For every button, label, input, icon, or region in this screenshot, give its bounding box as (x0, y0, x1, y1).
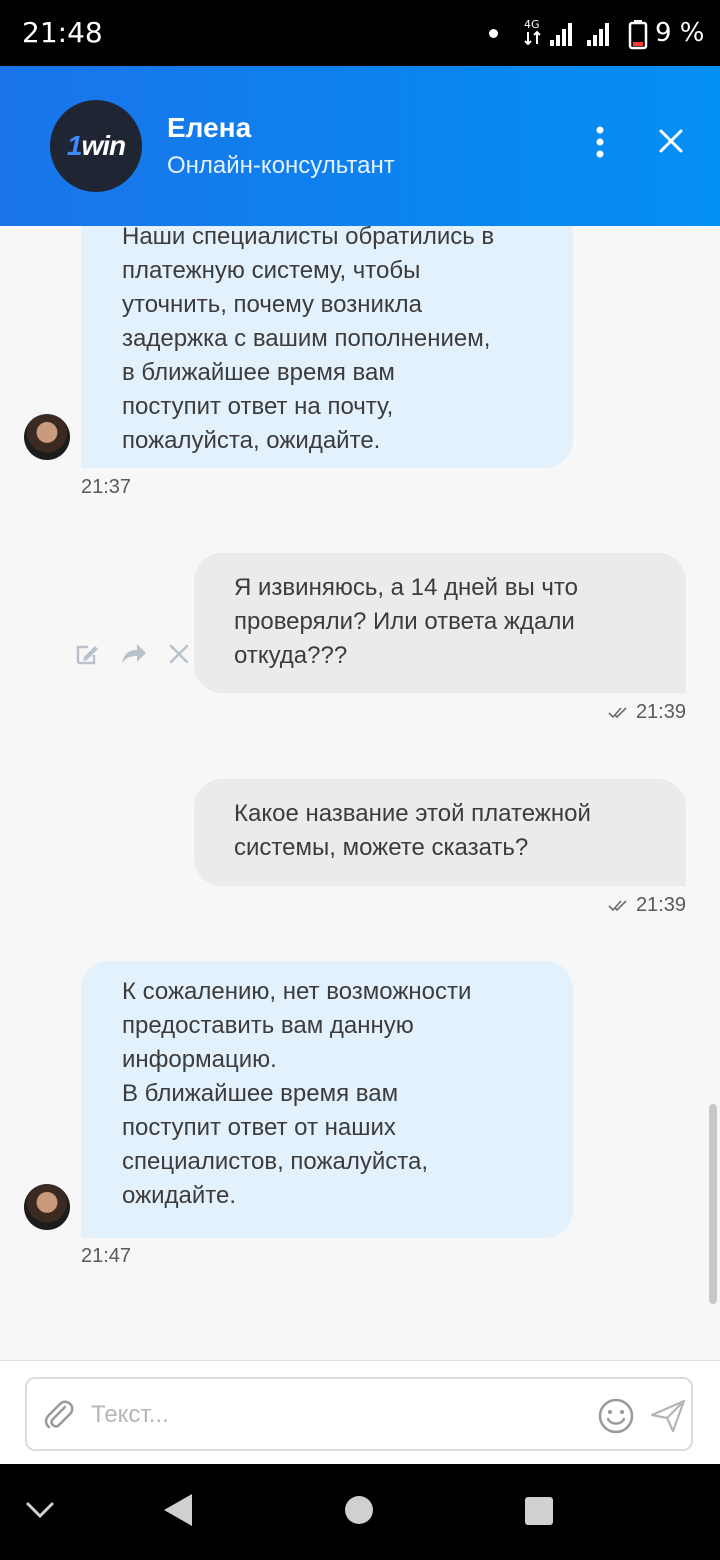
status-bar: 21:48 4G 9 % (0, 0, 720, 66)
message-line: задержка с вашим пополнением, (122, 325, 491, 352)
message-outgoing: Какое название этой платежной системы, м… (194, 779, 686, 886)
message-time: 21:37 (81, 476, 132, 498)
double-check-icon (608, 899, 627, 911)
chat-messages[interactable]: Наши специалисты обратились в платежную … (0, 226, 720, 1360)
message-time: 21:47 (81, 1245, 132, 1267)
message-incoming: К сожалению, нет возможности предоставит… (81, 961, 573, 1238)
message-meta: 21:39 (608, 894, 686, 917)
message-line: В ближайшее время вам (122, 1080, 399, 1107)
svg-text:4G: 4G (524, 18, 540, 31)
forward-icon[interactable] (120, 641, 148, 667)
back-icon[interactable] (162, 1492, 194, 1528)
message-line: К сожалению, нет возможности (122, 978, 472, 1005)
composer-box (25, 1377, 693, 1451)
paperclip-icon[interactable] (41, 1397, 77, 1433)
recents-icon[interactable] (524, 1496, 554, 1526)
send-icon[interactable] (649, 1397, 687, 1435)
brand-logo: 1win (50, 100, 142, 192)
home-icon[interactable] (344, 1495, 374, 1525)
edit-icon[interactable] (74, 641, 100, 667)
message-line: платежную систему, чтобы (122, 257, 421, 284)
message-line: уточнить, почему возникла (122, 291, 422, 318)
message-line: поступит ответ на почту, (122, 393, 394, 420)
delete-icon[interactable] (168, 643, 190, 665)
message-meta: 21:39 (608, 701, 686, 724)
chat-header: 1win Елена Онлайн-консультант (0, 66, 720, 226)
message-time: 21:39 (635, 894, 686, 916)
close-icon[interactable] (654, 124, 688, 158)
signal-icon (587, 23, 609, 46)
message-outgoing: Я извиняюсь, а 14 дней вы что проверяли?… (194, 553, 686, 693)
smile-icon[interactable] (597, 1397, 635, 1435)
message-incoming: Наши специалисты обратились в платежную … (81, 226, 573, 468)
chevron-down-icon[interactable] (24, 1498, 56, 1522)
notification-dot-icon (489, 29, 498, 38)
network-4g-icon: 4G (524, 18, 541, 46)
message-line: ожидайте. (122, 1182, 237, 1209)
composer (0, 1360, 720, 1464)
agent-avatar (24, 1184, 70, 1230)
message-line: в ближайшее время вам (122, 359, 395, 386)
double-check-icon (608, 706, 627, 718)
message-line: проверяли? Или ответа ждали (234, 608, 575, 635)
message-line: Какое название этой платежной (234, 800, 591, 827)
message-actions (74, 641, 190, 667)
message-line: системы, можете сказать? (234, 834, 529, 861)
message-line: Я извиняюсь, а 14 дней вы что (234, 574, 578, 601)
message-input[interactable] (91, 1397, 581, 1433)
brand-logo-text: 1win (66, 130, 126, 161)
battery-low-icon (628, 20, 648, 50)
message-line: поступит ответ от наших (122, 1114, 396, 1141)
message-time: 21:39 (635, 701, 686, 723)
more-vert-icon[interactable] (585, 124, 615, 160)
signal-icon (550, 23, 572, 46)
message-line: предоставить вам данную (122, 1012, 414, 1039)
status-time: 21:48 (22, 16, 103, 49)
chat-scrollbar[interactable] (709, 1104, 717, 1304)
battery-percent: 9 % (655, 18, 705, 48)
message-line: откуда??? (234, 642, 348, 669)
message-line: информацию. (122, 1046, 277, 1073)
system-navigation-bar (0, 1464, 720, 1560)
agent-name: Елена (167, 112, 252, 143)
message-line: специалистов, пожалуйста, (122, 1148, 429, 1175)
message-line: Наши специалисты обратились в (122, 226, 495, 250)
agent-role: Онлайн-консультант (167, 152, 395, 179)
message-line: пожалуйста, ожидайте. (122, 427, 381, 454)
agent-avatar (24, 414, 70, 460)
